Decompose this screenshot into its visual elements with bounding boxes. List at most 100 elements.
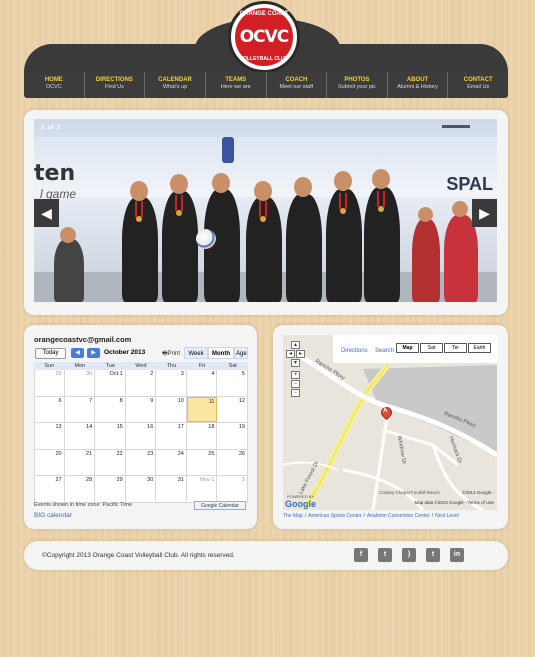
calendar-day[interactable]: 26	[217, 449, 248, 475]
map-data-terms[interactable]: Map data ©2013 Google - Terms of Use	[414, 500, 494, 505]
print-button[interactable]: 🖶Print	[162, 349, 180, 359]
timezone-note: Events shown in time zone: Pacific Time	[34, 502, 133, 508]
next-month-button[interactable]: ▶	[87, 348, 100, 358]
pan-right-icon[interactable]: ▸	[296, 350, 305, 358]
zoom-in-icon[interactable]: +	[291, 371, 300, 379]
calendar-day[interactable]: 24	[156, 449, 187, 475]
prev-slide-button[interactable]: ◀	[34, 199, 59, 227]
map-search-link[interactable]: Search	[375, 348, 394, 354]
calendar-day-today[interactable]: 11	[186, 396, 218, 422]
zoom-level-icon[interactable]: −	[291, 380, 300, 388]
nav-item-contact[interactable]: CONTACT Email Us	[448, 72, 508, 98]
tab-week[interactable]: Week	[184, 347, 208, 359]
calendar-day[interactable]: 9	[125, 396, 157, 422]
nav-subtitle: Email Us	[467, 84, 490, 90]
calendar-day[interactable]: 14	[64, 423, 96, 449]
directions-link[interactable]: Directions	[341, 348, 368, 354]
pan-down-icon[interactable]: ▾	[291, 359, 300, 367]
calendar-day[interactable]: 30	[64, 370, 96, 396]
map-type-satellite[interactable]: Sat	[420, 343, 443, 353]
nav-item-calendar[interactable]: CALENDAR What's up	[145, 72, 206, 98]
calendar-day[interactable]: 27	[34, 476, 65, 502]
calendar-day[interactable]: 17	[156, 423, 187, 449]
calendar-week: 13 14 15 16 17 18 19	[34, 423, 248, 450]
linkedin-icon[interactable]: in	[450, 548, 464, 562]
calendar-day[interactable]: 5	[217, 370, 248, 396]
current-month: October 2013	[104, 349, 146, 356]
day-header: Sun	[44, 363, 55, 369]
zoom-out-icon[interactable]: −	[291, 389, 300, 397]
nav-item-coach[interactable]: COACH Meet our staff	[267, 72, 328, 98]
slide-counter: 1 of 3	[41, 124, 60, 131]
calendar-day[interactable]: 16	[125, 423, 157, 449]
calendar-day[interactable]: 19	[217, 423, 248, 449]
medal-lanyard	[259, 201, 267, 217]
calendar-day[interactable]: 10	[156, 396, 187, 422]
calendar-day[interactable]: 7	[64, 396, 96, 422]
calendar-day[interactable]: 2	[125, 370, 157, 396]
map-link-anaheim-convention-center[interactable]: Anaheim Convention Center	[367, 513, 430, 519]
calendar-day[interactable]: Nov 1	[186, 476, 218, 502]
calendar-day[interactable]: 12	[217, 396, 248, 422]
chevron-left-icon: ◀	[41, 204, 52, 221]
map-type-earth[interactable]: Earth	[468, 343, 491, 353]
calendar-day[interactable]: Oct 1	[95, 370, 126, 396]
calendar-day[interactable]: 29	[34, 370, 65, 396]
pan-left-icon[interactable]: ◂	[286, 350, 295, 358]
nav-item-about[interactable]: ABOUT Alumni & History	[388, 72, 449, 98]
map-marker-label: A	[383, 408, 388, 414]
slider-progress-bar[interactable]	[442, 125, 470, 128]
tab-month[interactable]: Month	[208, 347, 234, 359]
calendar-day[interactable]: 2	[217, 476, 248, 502]
map-view[interactable]: Directions Search Map Sat Ter Earth ▴ ◂ …	[283, 335, 497, 510]
map-link-next-level[interactable]: Next Level	[435, 513, 459, 519]
next-slide-button[interactable]: ▶	[472, 199, 497, 227]
nav-subtitle: Meet our staff	[279, 84, 314, 90]
calendar-day[interactable]: 23	[125, 449, 157, 475]
medal	[136, 216, 142, 222]
player-figure	[444, 215, 478, 302]
map-type-selector: Map Sat Ter Earth	[395, 343, 491, 353]
poi-calvary-chapel: Calvary Chapel Foothill Ranch	[379, 490, 440, 495]
calendar-day[interactable]: 20	[34, 449, 65, 475]
calendar-day[interactable]: 25	[186, 449, 218, 475]
calendar-week: 27 28 29 30 31 Nov 1 2	[34, 476, 248, 503]
calendar-day[interactable]: 21	[64, 449, 96, 475]
today-button[interactable]: Today	[35, 348, 66, 359]
calendar-day[interactable]: 22	[95, 449, 126, 475]
rss-icon[interactable]: )	[402, 548, 416, 562]
logo-main-text: OCVC	[239, 27, 290, 47]
calendar-day[interactable]: 3	[156, 370, 187, 396]
nav-item-teams[interactable]: TEAMS Here we are	[206, 72, 267, 98]
map-type-terrain[interactable]: Ter	[444, 343, 467, 353]
map-link-american-sports-center[interactable]: American Sports Center	[308, 513, 361, 519]
facebook-icon[interactable]: f	[354, 548, 368, 562]
calendar-day[interactable]: 31	[156, 476, 187, 502]
big-calendar-link[interactable]: BIG calendar	[34, 512, 72, 519]
nav-item-home[interactable]: HOME OCVC	[24, 72, 85, 98]
tab-agenda[interactable]: Agenda	[234, 347, 248, 359]
player-head	[418, 207, 433, 222]
map-type-map[interactable]: Map	[396, 343, 419, 353]
nav-item-photos[interactable]: PHOTOS Submit your pic	[327, 72, 388, 98]
ocvc-logo[interactable]: ORANGE COAST OCVC VOLLEYBALL CLUB	[228, 1, 300, 73]
twitter-alt-icon[interactable]: t	[426, 548, 440, 562]
google-calendar-badge[interactable]: Google Calendar	[194, 501, 246, 510]
calendar-day[interactable]: 29	[95, 476, 126, 502]
calendar-day[interactable]: 30	[125, 476, 157, 502]
nav-subtitle: Find Us	[104, 84, 124, 90]
twitter-icon[interactable]: t	[378, 548, 392, 562]
prev-month-button[interactable]: ◀	[71, 348, 84, 358]
calendar-day[interactable]: 15	[95, 423, 126, 449]
calendar-day[interactable]: 6	[34, 396, 65, 422]
map-link-the-map[interactable]: The Map	[283, 513, 303, 519]
calendar-day[interactable]: 8	[95, 396, 126, 422]
copyright-text: ©Copyright 2013 Orange Coast Volleyball …	[42, 552, 235, 559]
calendar-day[interactable]: 28	[64, 476, 96, 502]
pan-up-icon[interactable]: ▴	[291, 341, 300, 349]
nav-item-directions[interactable]: DIRECTIONS Find Us	[85, 72, 146, 98]
calendar-day[interactable]: 4	[186, 370, 218, 396]
calendar-day[interactable]: 18	[186, 423, 218, 449]
nav-title: COACH	[285, 77, 308, 83]
calendar-day[interactable]: 13	[34, 423, 65, 449]
